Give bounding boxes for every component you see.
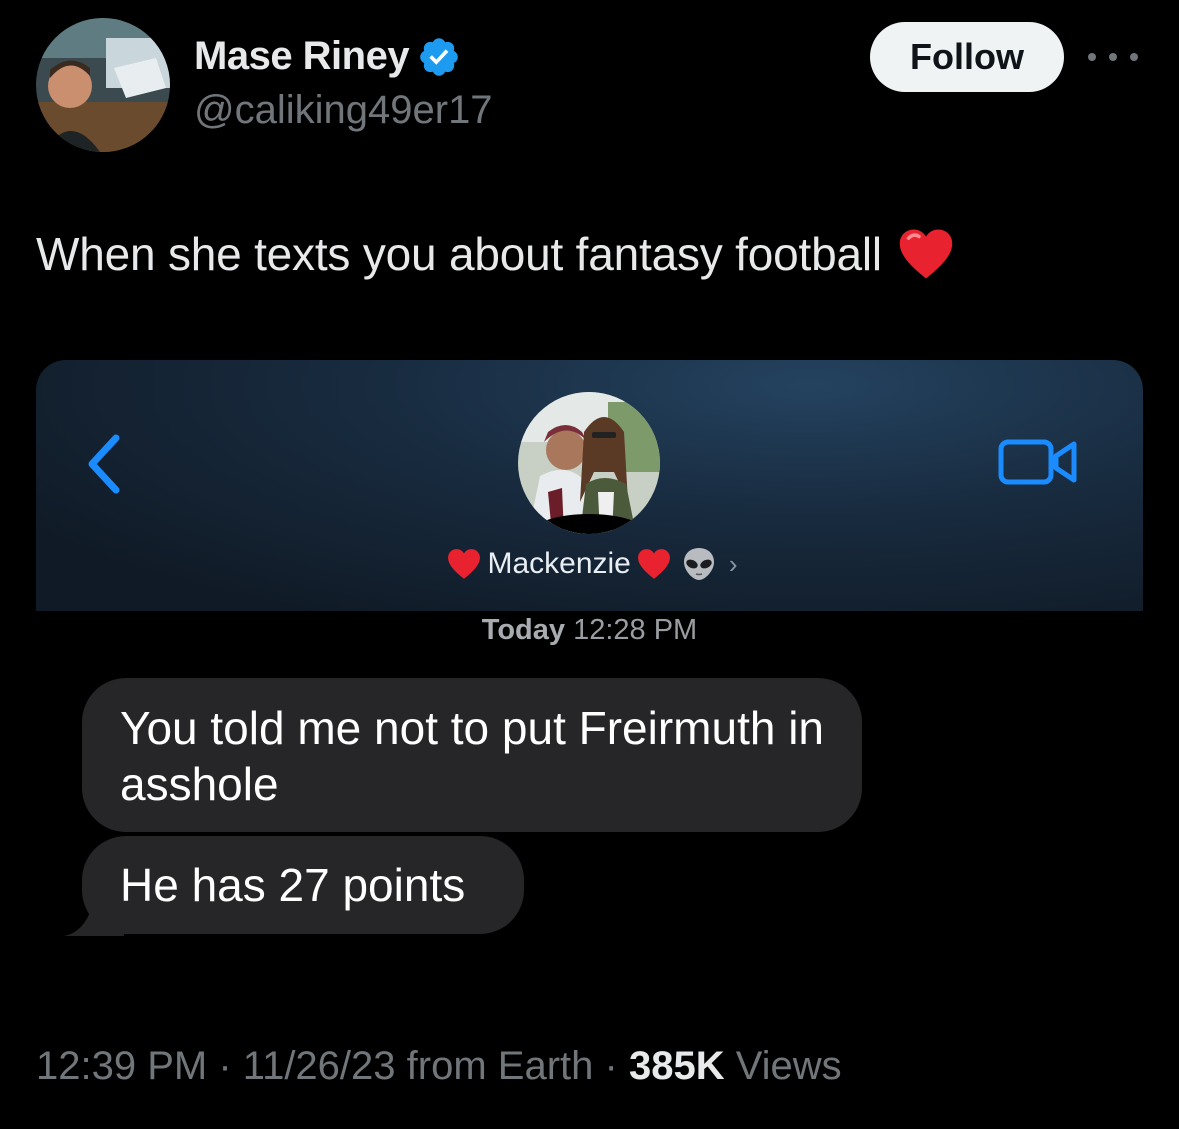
message-bubble: You told me not to put Freirmuth in assh… xyxy=(82,678,862,832)
tweet-location: from Earth xyxy=(406,1044,594,1088)
message-timestamp: Today 12:28 PM xyxy=(36,614,1143,647)
meta-separator: · xyxy=(218,1044,232,1088)
more-horizontal-icon[interactable] xyxy=(1088,42,1138,72)
tweet-date[interactable]: 11/26/23 xyxy=(243,1044,396,1088)
video-call-icon[interactable] xyxy=(998,436,1078,488)
contact-avatar[interactable] xyxy=(518,392,660,534)
meta-separator: · xyxy=(604,1044,618,1088)
tweet-time[interactable]: 12:39 PM xyxy=(36,1044,207,1088)
timestamp-time: 12:28 PM xyxy=(573,614,698,646)
more-dot xyxy=(1130,53,1138,61)
author-avatar[interactable] xyxy=(36,18,170,152)
author-name[interactable]: Mase Riney xyxy=(194,34,410,79)
red-heart-icon xyxy=(899,229,953,279)
chevron-right-icon: › xyxy=(728,548,738,579)
red-heart-icon xyxy=(637,549,670,579)
author-name-row[interactable]: Mase Riney xyxy=(194,34,461,79)
imessage-header: Mackenzie › xyxy=(36,360,1143,611)
tweet-header: Mase Riney @caliking49er17 Follow xyxy=(0,0,1179,170)
message-text: He has 27 points xyxy=(120,859,466,911)
verified-badge-icon xyxy=(420,37,458,76)
tweet-text: When she texts you about fantasy footbal… xyxy=(36,226,954,282)
tweet-media-image[interactable]: Mackenzie › Today 12:28 PM You told me n… xyxy=(36,360,1143,960)
contact-name-row[interactable]: Mackenzie › xyxy=(36,546,1143,582)
views-count[interactable]: 385K xyxy=(629,1044,725,1088)
more-dot xyxy=(1088,53,1096,61)
alien-icon xyxy=(683,548,714,580)
more-dot xyxy=(1109,53,1117,61)
views-label: Views xyxy=(735,1044,842,1088)
message-text: You told me not to put Freirmuth in assh… xyxy=(120,702,825,810)
tweet-text-content: When she texts you about fantasy footbal… xyxy=(36,228,882,280)
follow-button[interactable]: Follow xyxy=(870,22,1064,92)
contact-name: Mackenzie xyxy=(487,547,631,580)
tweet-meta: 12:39 PM · 11/26/23 from Earth · 385K Vi… xyxy=(36,1044,842,1089)
back-chevron-icon[interactable] xyxy=(84,432,124,496)
author-handle[interactable]: @caliking49er17 xyxy=(194,88,493,133)
timestamp-day: Today xyxy=(481,614,566,646)
message-bubble: He has 27 points xyxy=(82,836,524,934)
red-heart-icon xyxy=(448,549,481,579)
